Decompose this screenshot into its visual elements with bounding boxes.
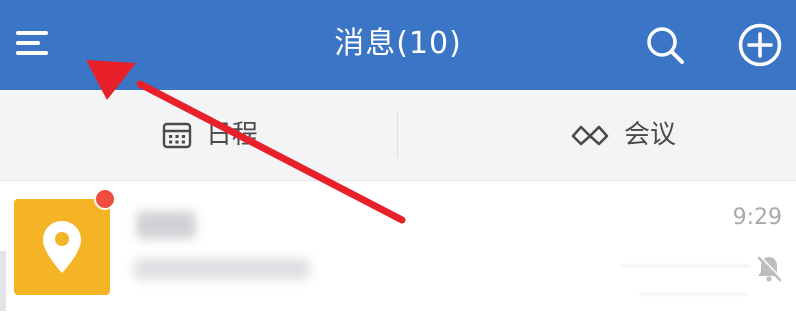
menu-icon: [16, 31, 48, 55]
quick-tab-bar: 日程 会议: [0, 90, 796, 181]
search-icon: [647, 27, 684, 64]
blurred-divider: [640, 293, 748, 295]
message-list-item[interactable]: 9:29: [0, 181, 796, 316]
add-circle-icon: [738, 23, 782, 67]
list-edge-shadow: [0, 251, 6, 311]
tab-meeting[interactable]: 会议: [398, 90, 796, 180]
app-header: 消息(10): [0, 0, 796, 90]
blurred-sender-name: [136, 211, 196, 239]
menu-button[interactable]: [12, 22, 56, 66]
avatar: [14, 199, 110, 295]
blurred-divider: [620, 265, 750, 267]
search-button[interactable]: [642, 22, 688, 68]
tab-schedule[interactable]: 日程: [0, 90, 397, 180]
add-button[interactable]: [737, 22, 783, 68]
message-time: 9:29: [732, 205, 782, 230]
location-pin-icon: [43, 221, 81, 273]
blurred-message-preview: [134, 258, 310, 280]
tab-schedule-label: 日程: [206, 120, 259, 150]
calendar-icon: [162, 122, 192, 149]
meeting-icon: [571, 125, 609, 146]
tab-meeting-label: 会议: [624, 120, 677, 150]
bell-muted-icon: [757, 255, 783, 282]
messages-screen: 消息(10) 日程 会议 9:29: [0, 0, 796, 316]
unread-badge: [94, 188, 116, 210]
